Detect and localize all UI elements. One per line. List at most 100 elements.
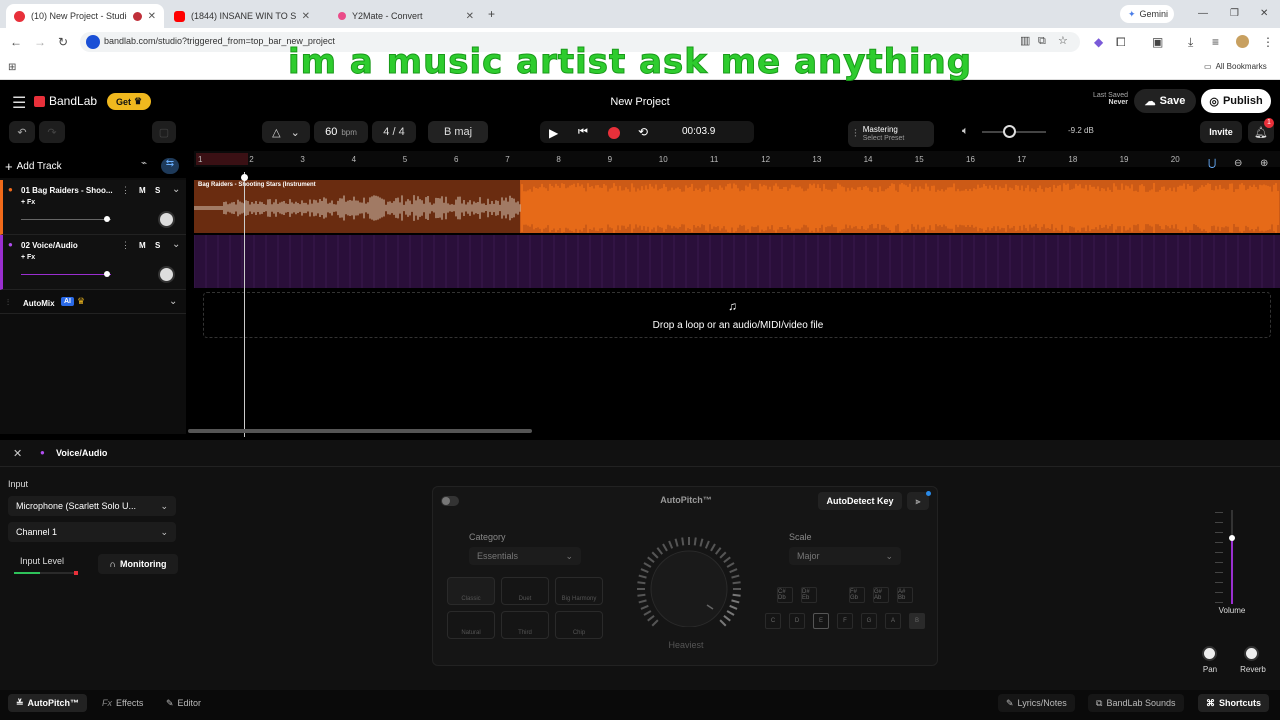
effects-tab[interactable]: Fx Effects [94,694,151,712]
key-a[interactable]: A [885,613,901,629]
chevron-down-icon[interactable]: ⌄ [169,296,177,307]
zoom-in-icon[interactable]: ⊕ [1260,158,1268,169]
new-tab-button[interactable]: + [488,8,495,20]
channel-select[interactable]: Channel 1 ⌄ [8,522,176,542]
autodetect-key-button[interactable]: AutoDetect Key [818,492,902,510]
skip-to-start-icon[interactable]: ⏮ [578,126,588,139]
lyrics-notes-button[interactable]: ✎ Lyrics/Notes [998,694,1075,712]
zoom-out-icon[interactable]: ⊖ [1234,158,1242,169]
track-head-2[interactable]: ● 02 Voice/Audio ⋮ M S ⌄ + Fx [0,235,186,290]
browser-tab-studio[interactable]: (10) New Project - Studio ✕ [6,4,164,28]
preset-third[interactable]: Third [501,611,549,639]
restore-icon[interactable]: ❐ [1230,8,1239,20]
close-panel-icon[interactable]: ✕ [13,447,22,460]
preset-chip[interactable]: Chip [555,611,603,639]
track-menu-icon[interactable]: ⋮ [121,240,130,251]
track-name[interactable]: 01 Bag Raiders - Shoo... [21,186,113,195]
key-b[interactable]: B [909,613,925,629]
track-volume-thumb[interactable] [104,216,110,222]
preset-duet[interactable]: Duet [501,577,549,605]
redo-button[interactable]: ↷ [39,121,65,143]
key-d[interactable]: D [789,613,805,629]
split-button[interactable]: ▢ [152,121,176,143]
track-name[interactable]: 02 Voice/Audio [21,241,78,250]
close-window-icon[interactable]: ✕ [1260,8,1268,20]
track-menu-icon[interactable]: ⋮ [121,185,130,196]
add-fx-button[interactable]: + Fx [21,254,35,261]
autopitch-knob[interactable] [631,537,749,627]
horizontal-scrollbar[interactable] [188,429,532,433]
time-signature-field[interactable]: 4 / 4 [372,121,416,143]
loop-icon[interactable]: ⟲ [638,125,648,139]
loop-region-marker[interactable] [196,153,248,165]
playhead-handle[interactable] [241,174,248,181]
editor-tab[interactable]: ✎ Editor [158,694,209,712]
speaker-mute-icon[interactable]: 🔈︎ [962,125,969,138]
track-pan-knob[interactable] [158,211,175,228]
preset-big-harmony[interactable]: Big Harmony [555,577,603,605]
get-membership-button[interactable]: Get ♛ [107,93,151,110]
add-fx-button[interactable]: + Fx [21,199,35,206]
category-select[interactable]: Essentials ⌄ [469,547,581,565]
master-volume-thumb[interactable] [1003,125,1016,138]
monitoring-button[interactable]: ∩ Monitoring [98,554,178,574]
tuner-icon[interactable]: ⌁ [136,158,152,174]
key-f-sharp[interactable]: F# Gb [849,587,865,603]
reverb-knob[interactable] [1244,646,1259,661]
track-pan-knob[interactable] [158,266,175,283]
timeline-ruler[interactable] [194,151,1280,167]
record-button[interactable] [608,127,620,139]
scale-select[interactable]: Major ⌄ [789,547,901,565]
key-c[interactable]: C [765,613,781,629]
key-g-sharp[interactable]: G# Ab [873,587,889,603]
key-g[interactable]: G [861,613,877,629]
close-tab-icon[interactable]: ✕ [466,11,474,22]
menu-kebab-icon[interactable]: ⋮ [1262,36,1274,48]
magnet-snap-icon[interactable]: ⋃ [1208,158,1216,169]
track-volume-slider[interactable] [21,219,111,220]
solo-button[interactable]: S [155,186,160,195]
key-e[interactable]: E [813,613,829,629]
knob-body[interactable] [650,550,728,627]
key-field[interactable]: B maj [428,121,488,143]
publish-button[interactable]: ◎ Publish [1201,89,1271,113]
mute-button[interactable]: M [139,186,146,195]
key-d-sharp[interactable]: D# Eb [801,587,817,603]
metronome-button[interactable]: △ ⌄ [262,121,310,143]
invite-button[interactable]: Invite [1200,121,1242,143]
key-c-sharp[interactable]: C# Db [777,587,793,603]
tempo-field[interactable]: 60 bpm [314,121,368,143]
solo-button[interactable]: S [155,241,160,250]
project-title[interactable]: New Project [540,96,740,108]
shortcuts-button[interactable]: ⌘ Shortcuts [1198,694,1270,712]
volume-fader-thumb[interactable] [1229,535,1235,541]
key-f[interactable]: F [837,613,853,629]
preset-natural[interactable]: Natural [447,611,495,639]
bandlab-logo[interactable]: BandLab [34,94,97,108]
add-track-button[interactable]: + Add Track [5,157,62,175]
chevron-down-icon[interactable]: ⌄ [172,184,180,195]
undo-button[interactable]: ↶ [9,121,35,143]
track-2-lane[interactable] [194,235,1280,288]
grid-snap-icon[interactable]: ⇆ [161,158,179,174]
pan-knob[interactable] [1202,646,1217,661]
hamburger-menu-icon[interactable]: ☰ [12,93,26,113]
close-tab-icon[interactable]: ✕ [302,11,310,22]
minimize-icon[interactable]: — [1198,8,1208,20]
preset-classic[interactable]: Classic [447,577,495,605]
chevron-down-icon[interactable]: ⌄ [172,239,180,250]
input-device-select[interactable]: Microphone (Scarlett Solo U... ⌄ [8,496,176,516]
playhead[interactable] [244,172,245,437]
key-a-sharp[interactable]: A# Bb [897,587,913,603]
mastering-button[interactable]: ⫶ Mastering Select Preset [848,121,934,147]
automix-row[interactable]: ⫶ AutoMix AI ♛ ⌄ [0,292,186,314]
gemini-button[interactable]: ✦ Gemini [1120,5,1174,23]
play-icon[interactable]: ▶ [549,126,558,140]
close-tab-icon[interactable]: ✕ [148,11,156,22]
browser-tab-youtube[interactable]: (1844) INSANE WIN TO START T ✕ [166,4,318,28]
bandlab-sounds-button[interactable]: ⧉ BandLab Sounds [1088,694,1184,712]
autopitch-tab[interactable]: ≚ AutoPitch™ [8,694,88,712]
track-volume-slider[interactable] [21,274,111,275]
mute-button[interactable]: M [139,241,146,250]
save-button[interactable]: ☁ Save [1134,89,1196,113]
